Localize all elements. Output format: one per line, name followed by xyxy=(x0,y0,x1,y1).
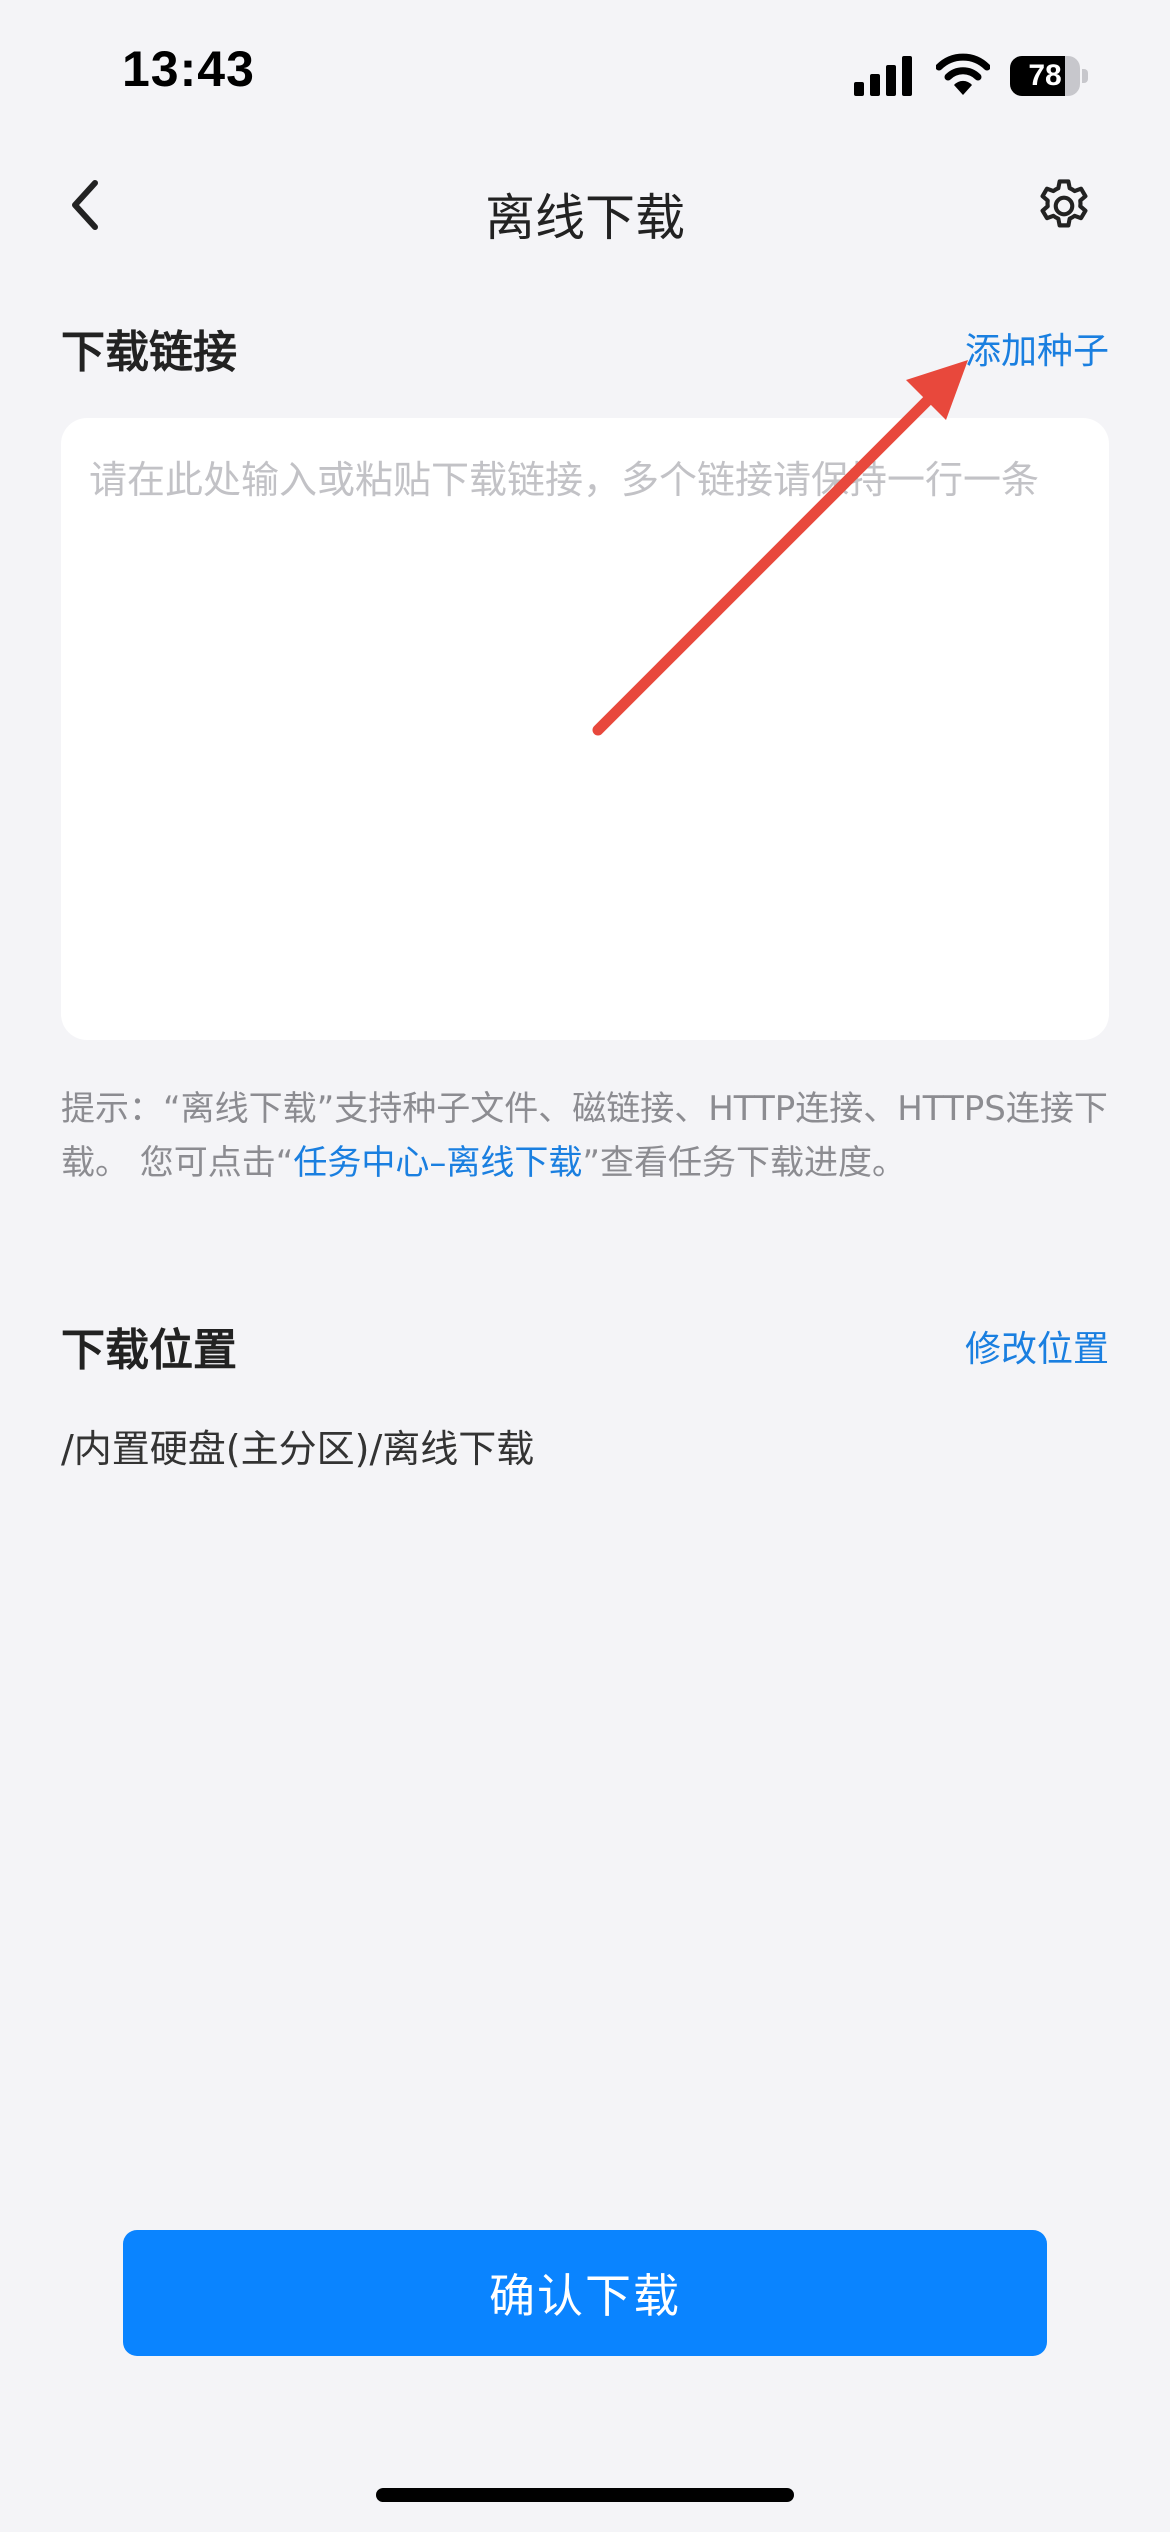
download-link-input[interactable] xyxy=(61,418,1109,1040)
chevron-left-icon xyxy=(72,180,98,230)
add-torrent-button[interactable]: 添加种子 xyxy=(965,322,1109,374)
hint-suffix: ”查看任务下载进度。 xyxy=(582,1143,907,1183)
hint-text: 提示：“离线下载”支持种子文件、磁链接、HTTP连接、HTTPS连接下载。 您可… xyxy=(61,1082,1111,1190)
battery-icon: 78 xyxy=(1010,56,1088,96)
gear-icon xyxy=(1040,179,1088,228)
signal-icon xyxy=(854,56,912,96)
back-button[interactable] xyxy=(50,170,120,240)
wifi-icon xyxy=(936,53,990,95)
download-location-path: /内置硬盘(主分区)/离线下载 xyxy=(61,1427,535,1471)
status-time: 13:43 xyxy=(122,41,255,97)
confirm-download-button[interactable]: 确认下载 xyxy=(123,2230,1047,2356)
page-title: 离线下载 xyxy=(485,189,685,247)
download-link-title: 下载链接 xyxy=(61,327,237,378)
change-location-button[interactable]: 修改位置 xyxy=(965,1320,1109,1372)
settings-button[interactable] xyxy=(1028,170,1100,242)
screen: 13:43 78 离线下载 下载链接 添加种子 请在此处输入或粘贴下载链接，多个… xyxy=(0,0,1170,2532)
task-center-link[interactable]: 任务中心–离线下载 xyxy=(293,1143,582,1183)
download-location-title: 下载位置 xyxy=(61,1325,237,1376)
battery-level: 78 xyxy=(1028,59,1062,92)
home-indicator xyxy=(376,2488,794,2502)
